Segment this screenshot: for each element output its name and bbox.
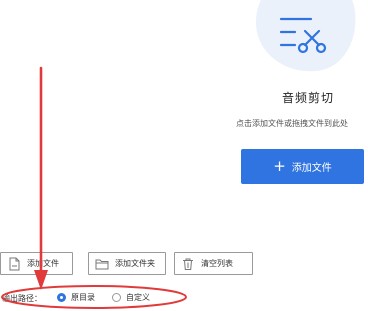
toolbar-add-file-button[interactable]: 添加文件 [0,252,73,275]
output-path-label: 输出路径： [2,294,42,303]
add-file-button-label: 添加文件 [291,163,332,174]
toolbar-clear-list-label: 清空列表 [201,259,233,268]
toolbar-add-file-label: 添加文件 [27,259,59,268]
file-icon [9,257,20,270]
folder-icon [95,259,109,269]
output-option-original-dir[interactable]: 原目录 [57,292,95,303]
plus-icon: + [273,157,286,175]
toolbar-add-folder-label: 添加文件夹 [115,259,155,268]
radio-selected-icon [57,293,66,302]
tool-title: 音频剪切 [281,91,334,105]
toolbar-clear-list-button[interactable]: 清空列表 [174,252,253,275]
add-file-button[interactable]: + 添加文件 [241,149,364,184]
output-option-custom[interactable]: 自定义 [112,292,150,303]
scissors-list-icon [279,17,327,54]
trash-icon [183,258,193,270]
drop-hint: 点击添加文件或拖拽文件到此处 [236,119,348,128]
output-option-original-dir-label: 原目录 [71,293,95,302]
radio-unselected-icon [112,293,121,302]
toolbar-add-folder-button[interactable]: 添加文件夹 [88,252,166,275]
output-option-custom-label: 自定义 [126,293,150,302]
